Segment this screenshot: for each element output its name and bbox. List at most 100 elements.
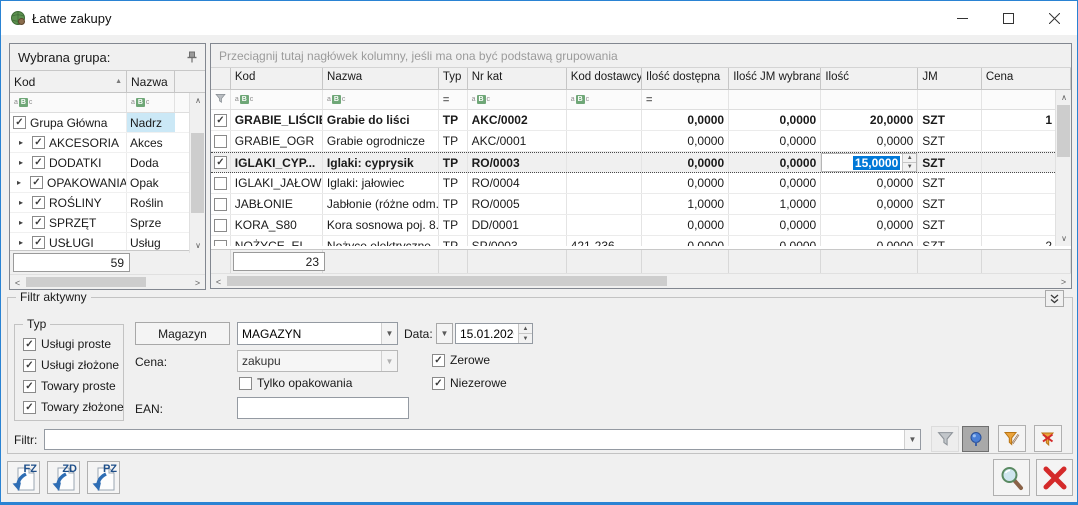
cell-typ[interactable]: TP	[439, 215, 468, 235]
table-row[interactable]: IGLAKI_JAŁOW...Iglaki: jałowiecTPRO/0004…	[211, 173, 1071, 194]
scroll-right-icon[interactable]: >	[1056, 274, 1071, 289]
cell-sel[interactable]	[211, 173, 231, 193]
cell-dostepna[interactable]: 0,0000	[642, 236, 729, 246]
checkbox-checked-icon[interactable]	[32, 156, 45, 169]
checkbox-checked-icon[interactable]	[32, 136, 45, 149]
scroll-right-icon[interactable]: >	[190, 275, 205, 290]
date-dropdown-button[interactable]: ▼	[436, 323, 453, 344]
cell-ilosc[interactable]: 0,0000	[821, 131, 918, 151]
cell-kod[interactable]: IGLAKI_JAŁOW...	[231, 173, 323, 193]
tree-kod-cell[interactable]: ▸OPAKOWANIA	[10, 173, 127, 192]
contains-filter-icon[interactable]: aBc	[14, 98, 32, 107]
cell-typ[interactable]: TP	[439, 153, 468, 172]
column-filter-cell[interactable]: aBc	[127, 93, 175, 112]
cell-dostepna[interactable]: 0,0000	[642, 173, 729, 193]
ean-field[interactable]	[237, 397, 409, 419]
grid-vscrollbar[interactable]: ∧ ∨	[1055, 90, 1071, 246]
date-spinner[interactable]: ▲▼	[518, 324, 532, 343]
equals-filter-icon[interactable]: =	[646, 94, 652, 106]
cell-nrkat[interactable]: RO/0004	[468, 173, 567, 193]
tree-kod-cell[interactable]: ▸SPRZĘT	[10, 213, 127, 232]
cell-jmwybrana[interactable]: 1,0000	[729, 194, 821, 214]
cell-typ[interactable]: TP	[439, 173, 468, 193]
spin-down-icon[interactable]: ▼	[519, 334, 532, 343]
checkbox-unchecked-icon[interactable]	[214, 240, 227, 247]
cell-ilosc[interactable]: 20,0000	[821, 110, 918, 130]
cell-dostepna[interactable]: 1,0000	[642, 194, 729, 214]
checkbox-checked-icon[interactable]	[214, 156, 227, 169]
group-tree-hscrollbar[interactable]: < >	[10, 274, 205, 289]
cell-ilosc[interactable]: 0,0000	[821, 236, 918, 246]
spin-up-icon[interactable]: ▲	[903, 154, 916, 163]
tree-row[interactable]: ▸ROŚLINYRoślin	[10, 193, 205, 213]
checkbox-checked-icon[interactable]	[32, 236, 45, 249]
checkbox-checked-icon[interactable]	[23, 359, 36, 372]
filter-funnel-toggle[interactable]	[931, 426, 959, 452]
tree-nazwa-cell[interactable]: Nadrz	[127, 113, 175, 132]
tree-row[interactable]: ▸OPAKOWANIAOpak	[10, 173, 205, 193]
expand-arrow-icon[interactable]: ▸	[19, 218, 28, 227]
tree-nazwa-cell[interactable]: Sprze	[127, 213, 175, 232]
expand-arrow-icon[interactable]: ▸	[19, 138, 28, 147]
cell-nazwa[interactable]: Grabie ogrodnicze	[323, 131, 439, 151]
column-filter-cell[interactable]: aBc	[10, 93, 127, 112]
cell-typ[interactable]: TP	[439, 110, 468, 130]
cell-sel[interactable]	[211, 236, 231, 246]
preview-button[interactable]	[993, 459, 1030, 496]
scroll-up-icon[interactable]: ∧	[190, 93, 206, 108]
cell-dostepna[interactable]: 0,0000	[642, 110, 729, 130]
cell-dostawca[interactable]	[567, 173, 642, 193]
cell-kod[interactable]: IGLAKI_CYP...	[231, 153, 323, 172]
tree-row[interactable]: ▸SPRZĘTSprze	[10, 213, 205, 233]
cell-kod[interactable]: GRABIE_LIŚCIE	[231, 110, 323, 130]
cell-nrkat[interactable]: AKC/0001	[468, 131, 567, 151]
cell-nrkat[interactable]: AKC/0002	[468, 110, 567, 130]
cell-jm[interactable]: SZT	[918, 194, 981, 214]
cell-jmwybrana[interactable]: 0,0000	[729, 236, 821, 246]
cell-jmwybrana[interactable]: 0,0000	[729, 131, 821, 151]
column-filter-cell[interactable]: aBc	[323, 90, 439, 109]
cell-dostepna[interactable]: 0,0000	[642, 215, 729, 235]
cell-dostawca[interactable]	[567, 194, 642, 214]
tylko-opakowania-checkbox[interactable]: Tylko opakowania	[239, 376, 352, 390]
tree-nazwa-cell[interactable]: Akces	[127, 133, 175, 152]
column-header-nazwa[interactable]: Nazwa	[323, 68, 439, 89]
scroll-down-icon[interactable]: ∨	[190, 238, 206, 253]
cell-kod[interactable]: NOŻYCE_EL	[231, 236, 323, 246]
magazyn-combobox[interactable]: ▼	[237, 322, 398, 345]
cell-jmwybrana[interactable]: 0,0000	[729, 110, 821, 130]
column-header-jm[interactable]: JM	[918, 68, 981, 89]
row-filter-funnel-icon[interactable]	[215, 93, 226, 107]
cell-nazwa[interactable]: Iglaki: cyprysik	[323, 153, 439, 172]
chevron-down-icon[interactable]: ▼	[381, 323, 397, 344]
table-row[interactable]: IGLAKI_CYP...Iglaki: cyprysikTPRO/00030,…	[211, 152, 1071, 173]
checkbox-checked-icon[interactable]	[432, 354, 445, 367]
cell-dostepna[interactable]: 0,0000	[642, 131, 729, 151]
contains-filter-icon[interactable]: aBc	[235, 95, 253, 104]
tree-nazwa-cell[interactable]: Roślin	[127, 193, 175, 212]
quantity-editor[interactable]: 15,0000▲▼	[821, 153, 917, 172]
checkbox-checked-icon[interactable]	[432, 377, 445, 390]
ean-value[interactable]	[238, 398, 408, 418]
expand-arrow-icon[interactable]: ▸	[19, 198, 28, 207]
cell-typ[interactable]: TP	[439, 194, 468, 214]
table-row[interactable]: KORA_S80Kora sosnowa poj. 8...TPDD/00010…	[211, 215, 1071, 236]
contains-filter-icon[interactable]: aBc	[327, 95, 345, 104]
type-option-3[interactable]: Towary proste	[23, 379, 116, 393]
cell-sel[interactable]	[211, 194, 231, 214]
equals-filter-icon[interactable]: =	[443, 94, 449, 106]
magazyn-button[interactable]: Magazyn	[135, 322, 230, 345]
expand-arrow-icon[interactable]: ▸	[17, 178, 26, 187]
cell-jmwybrana[interactable]: 0,0000	[729, 215, 821, 235]
cell-nazwa[interactable]: Iglaki: jałowiec	[323, 173, 439, 193]
cell-nrkat[interactable]: SP/0003	[468, 236, 567, 246]
cell-sel[interactable]	[211, 110, 231, 130]
checkbox-checked-icon[interactable]	[23, 380, 36, 393]
tree-row[interactable]: ▸AKCESORIAAkces	[10, 133, 205, 153]
scroll-up-icon[interactable]: ∧	[1056, 90, 1072, 105]
cell-dostawca[interactable]	[567, 153, 642, 172]
spin-down-icon[interactable]: ▼	[903, 163, 916, 171]
cell-nrkat[interactable]: DD/0001	[468, 215, 567, 235]
column-header-kod[interactable]: Kod▲	[10, 71, 127, 92]
cell-dostepna[interactable]: 0,0000	[642, 153, 729, 172]
